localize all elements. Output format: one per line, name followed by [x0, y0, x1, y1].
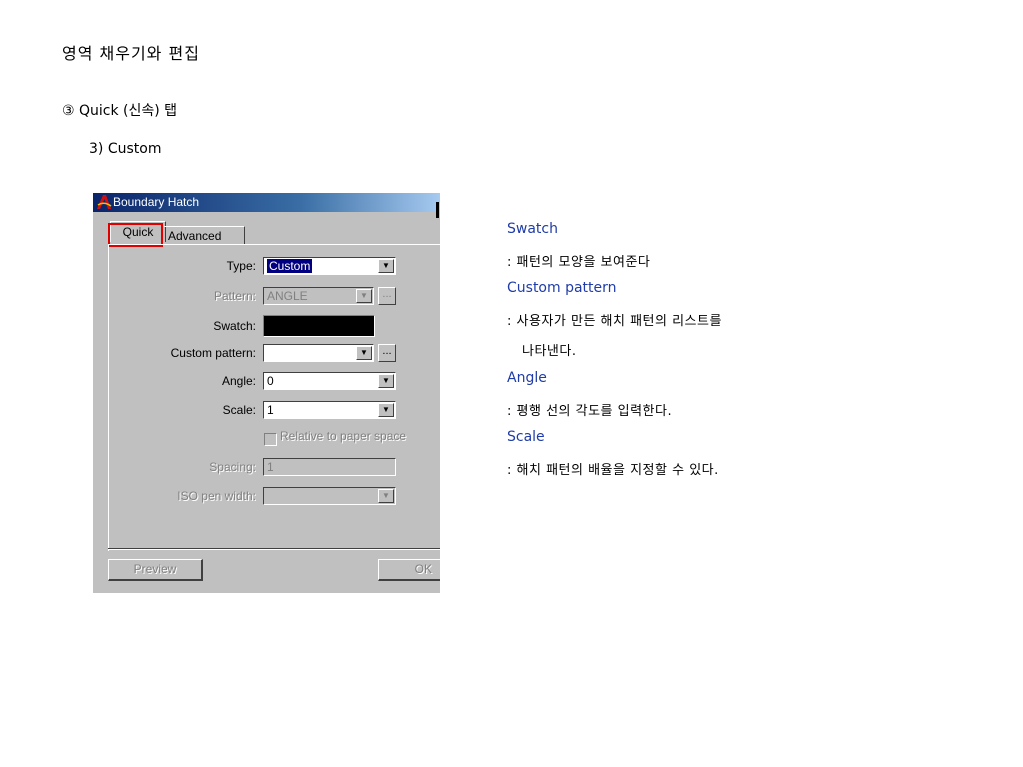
angle-label: Angle:: [221, 374, 256, 388]
chevron-down-icon[interactable]: ▼: [378, 403, 394, 417]
autocad-logo-icon: [97, 195, 112, 209]
angle-select[interactable]: 0 ▼: [263, 372, 396, 390]
spacing-label: Spacing:: [209, 460, 256, 474]
chevron-down-icon[interactable]: ▼: [378, 259, 394, 273]
boundary-hatch-dialog: Boundary Hatch Quick Advanced Type: Cust…: [93, 193, 440, 593]
dialog-titlebar[interactable]: Boundary Hatch: [93, 193, 440, 212]
iso-pen-width-select[interactable]: ▼: [263, 487, 396, 505]
relative-label: Relative to paper space: [280, 429, 407, 443]
note-scale-head: Scale: [507, 429, 545, 445]
chevron-down-icon[interactable]: ▼: [378, 489, 394, 503]
note-swatch-line: : 패턴의 모양을 보여준다: [507, 255, 651, 270]
swatch-preview[interactable]: [263, 315, 375, 337]
type-value: Custom: [267, 259, 313, 273]
custom-pattern-label: Custom pattern:: [170, 346, 256, 360]
type-label: Type:: [226, 259, 256, 273]
pattern-browse-button[interactable]: ...: [378, 287, 396, 305]
relative-checkbox[interactable]: [264, 433, 277, 446]
note-swatch-head: Swatch: [507, 221, 558, 237]
subsection-heading: 3) Custom: [89, 141, 162, 157]
pattern-value: ANGLE: [267, 289, 308, 303]
note-angle-line: : 평행 선의 각도를 입력한다.: [507, 404, 673, 419]
pattern-select[interactable]: ANGLE ▼: [263, 287, 374, 305]
note-custom-pattern-line: : 사용자가 만든 해치 패턴의 리스트를: [507, 314, 722, 329]
note-scale-line: : 해치 패턴의 배율을 지정할 수 있다.: [507, 463, 719, 478]
iso-pen-width-label: ISO pen width:: [177, 489, 256, 503]
spacing-input[interactable]: 1: [263, 458, 396, 476]
custom-pattern-browse-button[interactable]: ...: [378, 344, 396, 362]
angle-value: 0: [267, 374, 274, 388]
chevron-down-icon[interactable]: ▼: [356, 346, 372, 360]
tab-advanced[interactable]: Advanced: [164, 226, 245, 245]
chevron-down-icon[interactable]: ▼: [356, 289, 372, 303]
preview-button[interactable]: Preview: [108, 559, 203, 581]
section-heading: ③ Quick (신속) 탭: [62, 103, 178, 119]
chevron-down-icon[interactable]: ▼: [378, 374, 394, 388]
scale-label: Scale:: [222, 403, 256, 417]
scale-select[interactable]: 1 ▼: [263, 401, 396, 419]
page-title: 영역 채우기와 편집: [62, 44, 200, 63]
note-angle-head: Angle: [507, 370, 547, 386]
dialog-separator: [108, 548, 440, 550]
ok-button[interactable]: OK: [378, 559, 440, 581]
custom-pattern-select[interactable]: ▼: [263, 344, 374, 362]
dialog-title: Boundary Hatch: [113, 195, 200, 209]
scale-value: 1: [267, 403, 274, 417]
note-custom-pattern-line-2: 나타낸다.: [522, 344, 577, 359]
type-select[interactable]: Custom ▼: [263, 257, 396, 275]
close-icon[interactable]: [436, 202, 439, 218]
pattern-label: Pattern:: [213, 289, 256, 303]
swatch-label: Swatch:: [213, 319, 256, 333]
note-custom-pattern-head: Custom pattern: [507, 280, 617, 296]
